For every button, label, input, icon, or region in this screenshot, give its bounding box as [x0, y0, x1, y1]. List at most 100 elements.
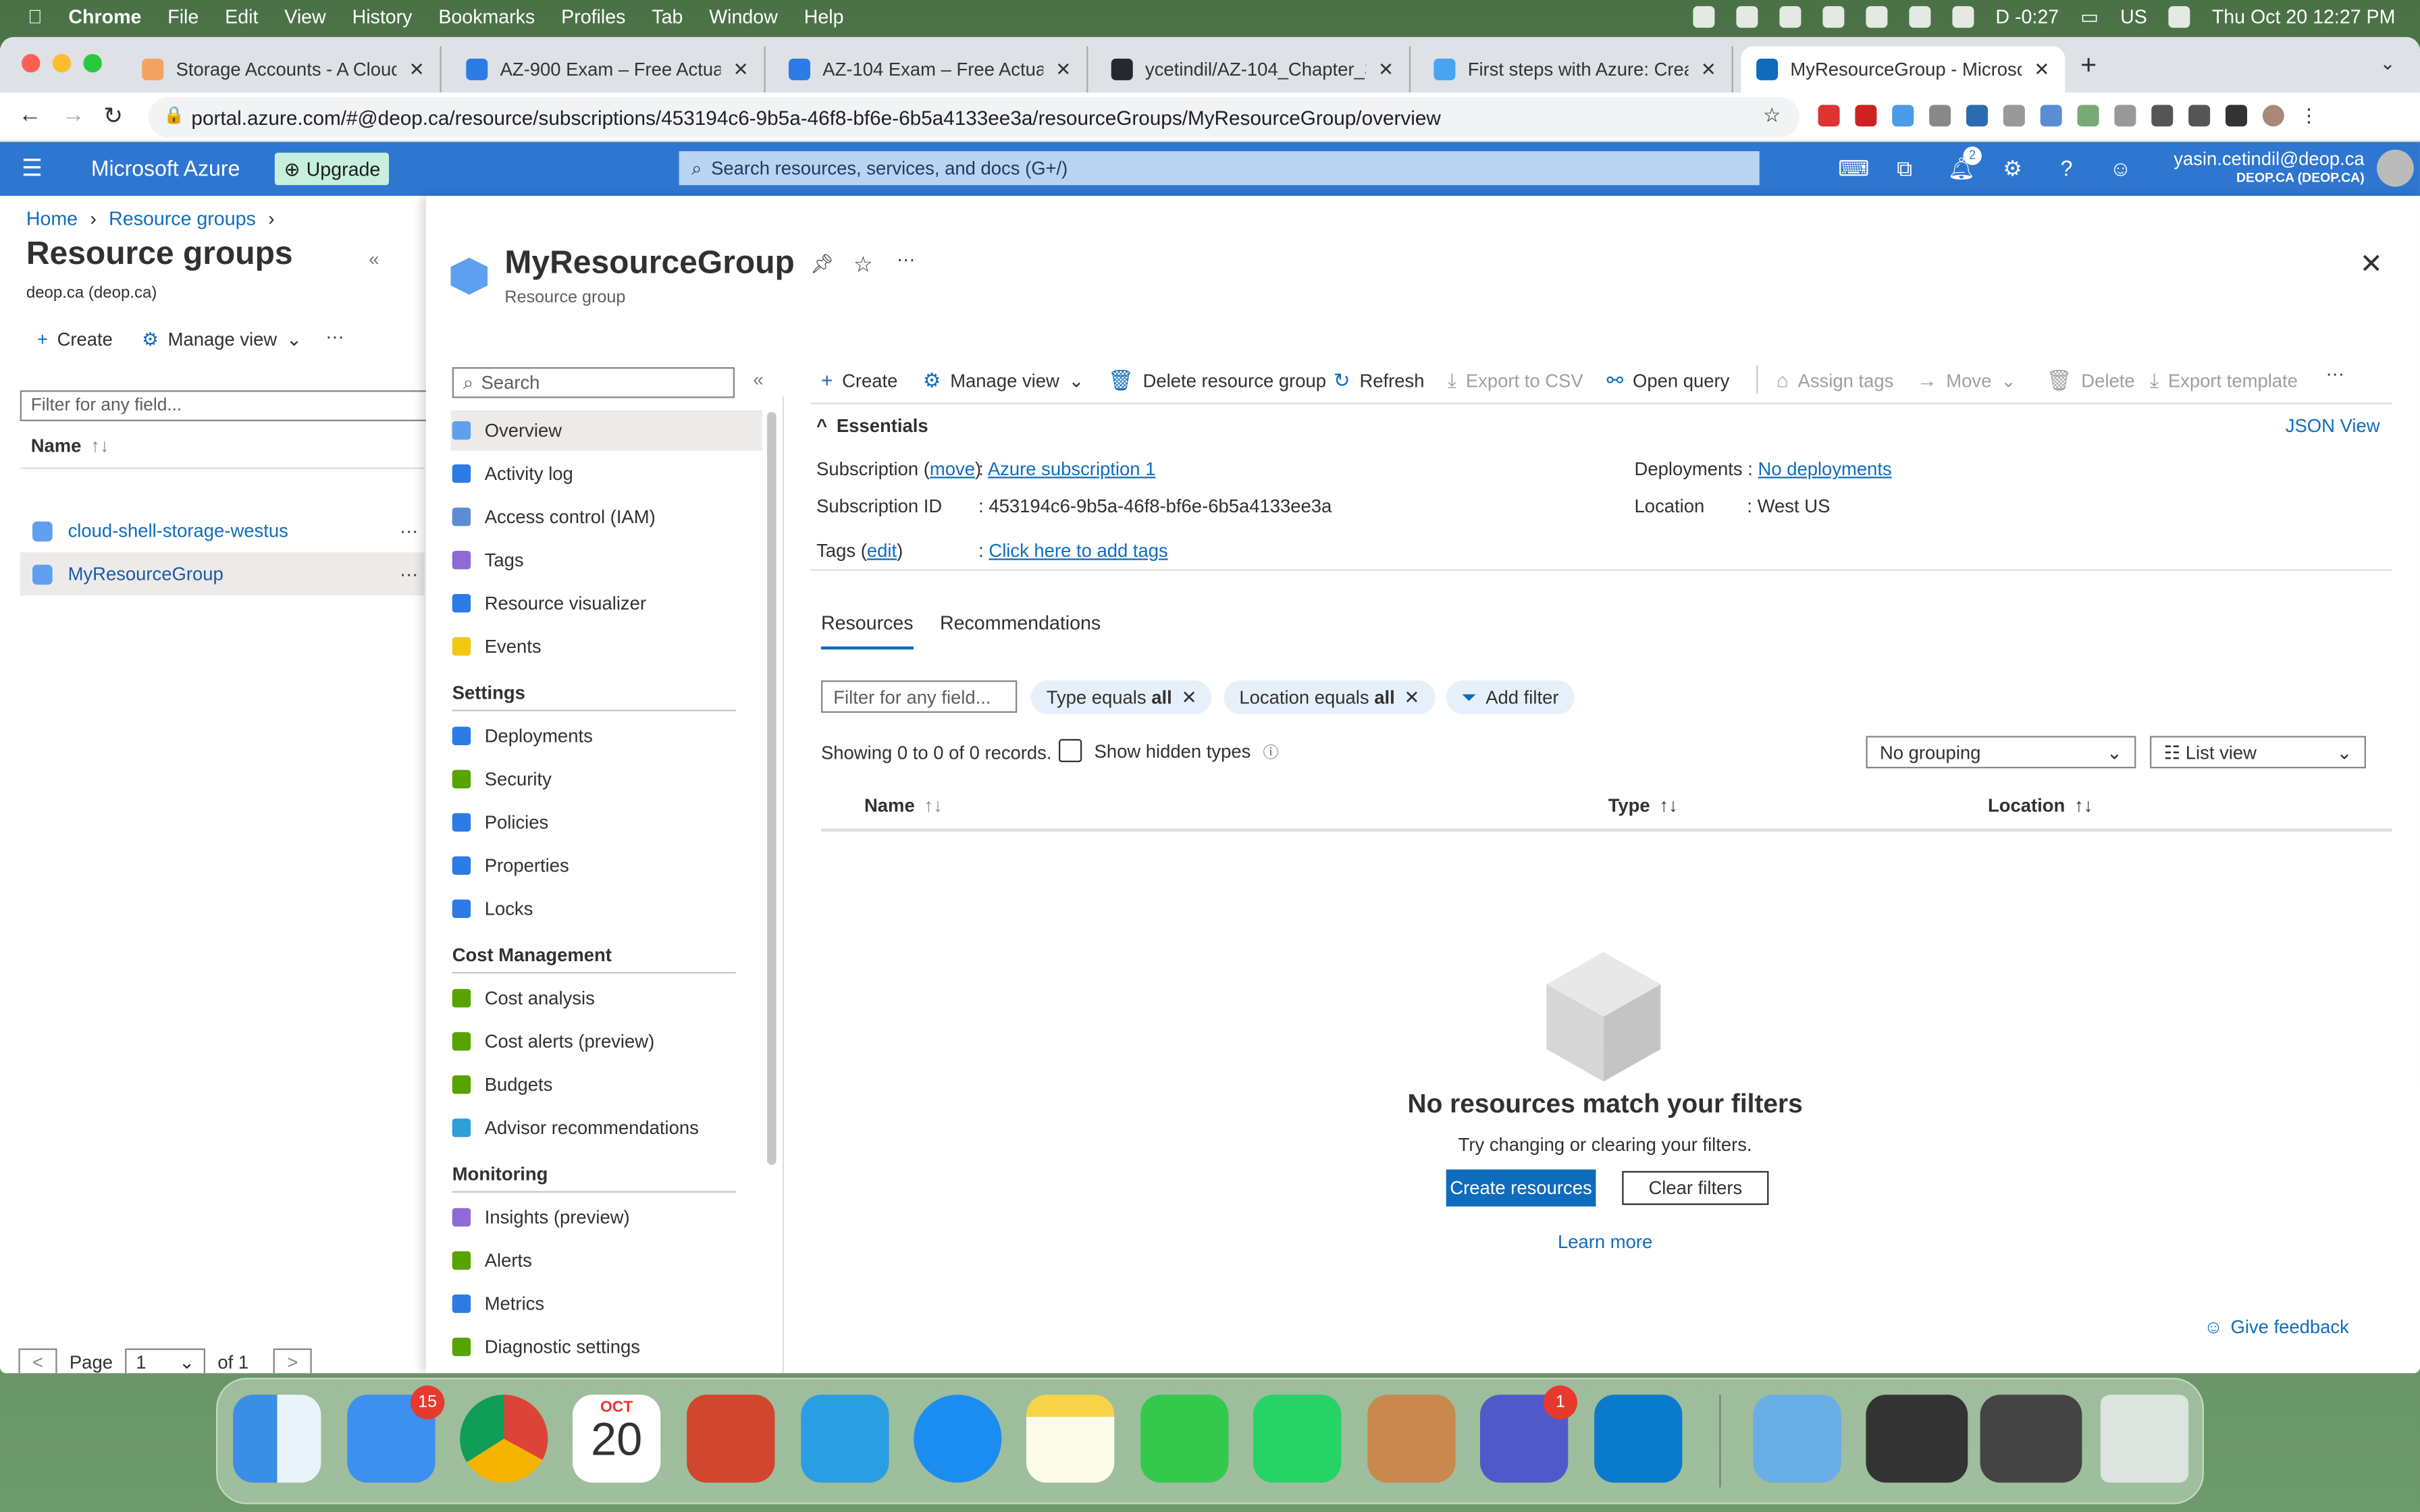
open-query-button[interactable]: ⚯ Open query [1606, 369, 1729, 394]
cloud-shell-icon[interactable]: ⌨ [1838, 156, 1869, 181]
create-resources-button[interactable]: Create resources [1446, 1169, 1596, 1207]
input-source[interactable]: US [2120, 5, 2147, 27]
deployments-link[interactable]: No deployments [1758, 458, 1892, 480]
collapse-menu-icon[interactable]: « [753, 369, 763, 390]
row-more-icon[interactable]: ··· [400, 563, 425, 585]
menu-file[interactable]: File [167, 6, 199, 28]
edit-tags-link[interactable]: edit [867, 540, 897, 562]
close-tab-icon[interactable]: ✕ [1055, 59, 1071, 80]
info-icon[interactable]: ⓘ [1263, 739, 1279, 762]
extension-icon[interactable] [2114, 105, 2136, 127]
dropbox-icon[interactable] [1736, 5, 1758, 27]
flashcards-app-icon[interactable] [1367, 1395, 1456, 1483]
show-hidden-types-checkbox[interactable]: Show hidden types ⓘ [1058, 738, 1279, 763]
favorite-star-icon[interactable]: ☆ [853, 252, 873, 278]
applications-folder-icon[interactable] [1753, 1395, 1841, 1483]
global-search-input[interactable]: ⌕ Search resources, services, and docs (G… [679, 151, 1760, 186]
essentials-toggle[interactable]: ^ Essentials [816, 415, 928, 437]
upgrade-button[interactable]: ⊕ Upgrade [274, 153, 390, 186]
chrome-menu-icon[interactable]: ⋮ [2300, 105, 2318, 126]
create-button[interactable]: + Create [821, 369, 897, 392]
list-item[interactable]: cloud-shell-storage-westus ··· [20, 509, 425, 552]
extension-icon[interactable] [1929, 105, 1951, 127]
menu-item[interactable]: Events [450, 626, 762, 666]
menu-bookmarks[interactable]: Bookmarks [438, 6, 535, 28]
row-link[interactable]: MyResourceGroup [68, 563, 223, 585]
settings-gear-icon[interactable]: ⚙ [2000, 156, 2025, 181]
json-view-link[interactable]: JSON View [2286, 415, 2380, 437]
close-icon[interactable]: ✕ [1404, 686, 1419, 708]
chrome-app-icon[interactable] [460, 1395, 548, 1483]
zoom-window-button[interactable] [83, 53, 102, 73]
account-menu[interactable]: yasin.cetindil@deop.ca DEOP.CA (DEOP.CA) [2174, 148, 2364, 185]
status-icon[interactable] [1779, 5, 1801, 27]
status-icon[interactable] [1822, 5, 1845, 27]
help-icon[interactable]: ? [2054, 156, 2079, 181]
calendar-app-icon[interactable]: OCT 20 [572, 1395, 661, 1483]
menu-item[interactable]: Policies [450, 803, 762, 842]
assign-tags-button[interactable]: ⌂ Assign tags [1777, 369, 1893, 392]
teams-app-icon[interactable]: 1 [1479, 1385, 1577, 1483]
search-icon[interactable] [1909, 5, 1931, 27]
manage-view-button[interactable]: ⚙ Manage view ⌄ [142, 329, 302, 350]
menu-edit[interactable]: Edit [225, 6, 258, 28]
menu-item[interactable]: Cost analysis [450, 978, 762, 1018]
subscription-link[interactable]: Azure subscription 1 [988, 458, 1156, 480]
vscode-app-icon[interactable] [1594, 1395, 1683, 1483]
menu-scrollbar[interactable] [766, 412, 777, 1165]
menu-help[interactable]: Help [804, 6, 844, 28]
hamburger-menu-icon[interactable]: ☰ [22, 155, 43, 182]
row-link[interactable]: cloud-shell-storage-westus [68, 520, 288, 541]
extension-icon[interactable] [2077, 105, 2099, 127]
move-link[interactable]: move [930, 458, 975, 480]
menu-item[interactable]: Diagnostic settings [450, 1327, 762, 1367]
close-tab-icon[interactable]: ✕ [2034, 59, 2049, 80]
reload-button[interactable]: ↻ [103, 102, 123, 130]
safari-app-icon[interactable] [914, 1395, 1002, 1483]
page-select[interactable]: 1 ⌄ [125, 1348, 206, 1374]
manage-view-button[interactable]: ⚙ Manage view ⌄ [923, 369, 1084, 394]
trash-app-icon[interactable] [2100, 1395, 2189, 1483]
menu-item[interactable]: Locks [450, 889, 762, 929]
menu-window[interactable]: Window [709, 6, 778, 28]
remote-desktop-app-icon[interactable] [687, 1395, 775, 1483]
resource-filter-input[interactable]: Filter for any field... [820, 680, 1018, 713]
row-more-icon[interactable]: ··· [400, 520, 425, 541]
apple-icon[interactable]:  [28, 6, 42, 28]
delete-button[interactable]: 🗑︎ Delete [2047, 369, 2135, 394]
status-icon[interactable] [1693, 5, 1715, 27]
battery-time[interactable]: D -0:27 [1995, 5, 2059, 27]
name-column-header[interactable]: Name ↑↓ [31, 435, 109, 457]
location-filter-pill[interactable]: Location equals all ✕ [1224, 680, 1436, 715]
extension-icon[interactable] [2003, 105, 2025, 127]
grouping-dropdown[interactable]: No grouping ⌄ [1866, 736, 2136, 769]
collapse-icon[interactable]: « [369, 248, 379, 270]
menu-item[interactable]: Cost alerts (preview) [450, 1021, 762, 1061]
menu-profiles[interactable]: Profiles [561, 6, 625, 28]
menu-view[interactable]: View [284, 6, 325, 28]
browser-tab[interactable]: First steps with Azure: Creating ✕ [1419, 46, 1733, 93]
menu-item[interactable]: Resource visualizer [450, 583, 762, 623]
extension-icon[interactable] [1818, 105, 1840, 127]
messages-app-icon[interactable] [1140, 1395, 1229, 1483]
user-avatar[interactable] [2376, 149, 2414, 187]
menu-item[interactable]: Advisor recommendations [450, 1108, 762, 1148]
close-icon[interactable]: ✕ [1181, 686, 1196, 708]
minimize-window-button[interactable] [52, 53, 72, 73]
refresh-button[interactable]: ↻ Refresh [1334, 369, 1425, 394]
menu-item[interactable]: Insights (preview) [450, 1197, 762, 1237]
menu-item[interactable]: Alerts [450, 1241, 762, 1280]
notifications-bell-icon[interactable]: 🔔︎ 2 [1948, 146, 1982, 180]
menu-item[interactable]: Properties [450, 846, 762, 886]
more-icon[interactable]: ··· [2326, 362, 2344, 384]
cast-icon[interactable] [2188, 105, 2211, 127]
finder-app-icon[interactable] [233, 1395, 321, 1483]
extension-icon[interactable] [2040, 105, 2062, 127]
close-tab-icon[interactable]: ✕ [733, 59, 749, 80]
tab-resources[interactable]: Resources [820, 612, 914, 650]
more-icon[interactable]: ··· [897, 248, 915, 270]
checkbox[interactable] [1058, 738, 1082, 763]
close-tab-icon[interactable]: ✕ [409, 59, 425, 80]
breadcrumb-resource-groups[interactable]: Resource groups [109, 209, 256, 230]
menu-item[interactable]: Budgets [450, 1064, 762, 1104]
